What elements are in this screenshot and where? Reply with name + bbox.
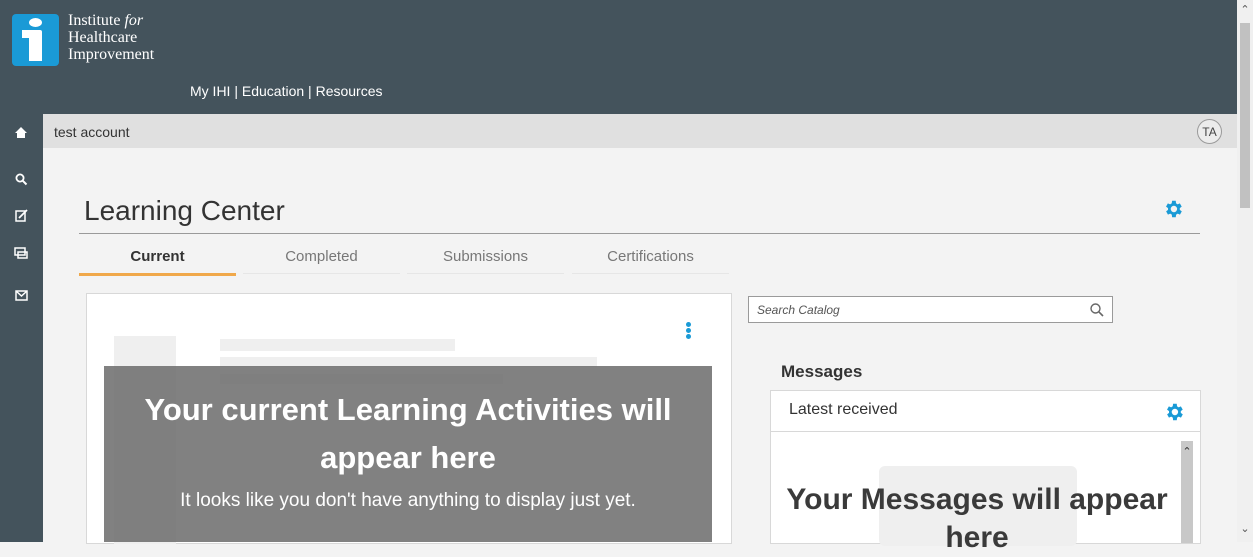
nav-separator: | (230, 83, 242, 99)
nav-my-ihi[interactable]: My IHI (190, 83, 230, 99)
messages-card: Latest received Your Messages will appea… (770, 390, 1201, 554)
empty-messages-title: Your Messages will appear here (786, 483, 1168, 554)
brand-name: Institute for Healthcare Improvement (68, 12, 154, 63)
mail-icon[interactable] (12, 286, 30, 304)
nav-resources[interactable]: Resources (316, 83, 383, 99)
messages-scroll-up-icon[interactable]: ⌃ (1181, 445, 1193, 458)
page-title: Learning Center (84, 195, 285, 226)
search-icon[interactable] (1089, 302, 1105, 318)
brand-line3: Improvement (68, 46, 155, 63)
messages-title: Messages (781, 362, 863, 381)
placeholder-line (220, 339, 455, 351)
edit-icon[interactable] (12, 206, 30, 224)
page-scrollbar[interactable]: ⌃ ⌄ (1237, 0, 1253, 542)
chat-icon[interactable] (12, 244, 30, 262)
tab-certifications[interactable]: Certifications (572, 242, 729, 274)
main-content: Learning Center Current Completed Submis… (43, 148, 1237, 554)
home-icon[interactable] (12, 124, 30, 142)
nav-separator: | (304, 83, 316, 99)
search-icon[interactable] (12, 170, 30, 188)
scrollbar-thumb[interactable] (1240, 23, 1250, 208)
top-header: Institute for Healthcare Improvement My … (0, 0, 1237, 114)
settings-gear-icon[interactable] (1162, 198, 1184, 220)
scroll-up-icon[interactable]: ⌃ (1237, 3, 1253, 20)
learning-activities-card: Your current Learning Activities will ap… (86, 293, 732, 544)
tab-completed[interactable]: Completed (243, 242, 400, 274)
account-bar: test account TA (43, 114, 1237, 148)
brand-line2: Healthcare (68, 29, 138, 46)
messages-settings-gear-icon[interactable] (1163, 401, 1185, 423)
messages-header: Latest received (771, 391, 1200, 432)
tab-current[interactable]: Current (79, 242, 236, 276)
nav-education[interactable]: Education (242, 83, 304, 99)
ihi-logo[interactable] (12, 14, 59, 66)
search-catalog-input[interactable] (748, 296, 1113, 323)
empty-activities-title: Your current Learning Activities will ap… (144, 392, 672, 475)
logo-dot (29, 18, 42, 27)
account-name: test account (54, 124, 130, 140)
logo-stem (29, 30, 42, 61)
empty-activities-overlay: Your current Learning Activities will ap… (104, 366, 712, 542)
brand-line1-italic: for (124, 12, 144, 29)
messages-scrollbar[interactable]: ⌃ (1181, 441, 1193, 543)
avatar[interactable]: TA (1197, 119, 1222, 144)
scroll-down-icon[interactable]: ⌄ (1237, 522, 1253, 539)
left-sidebar (0, 114, 43, 542)
messages-header-label: Latest received (789, 401, 898, 418)
empty-activities-subtitle: It looks like you don't have anything to… (180, 490, 636, 511)
tab-submissions[interactable]: Submissions (407, 242, 564, 274)
top-nav: My IHI | Education | Resources (190, 83, 383, 99)
title-divider (79, 233, 1200, 234)
brand-line1: Institute (68, 12, 125, 29)
more-options-icon[interactable] (686, 322, 692, 340)
